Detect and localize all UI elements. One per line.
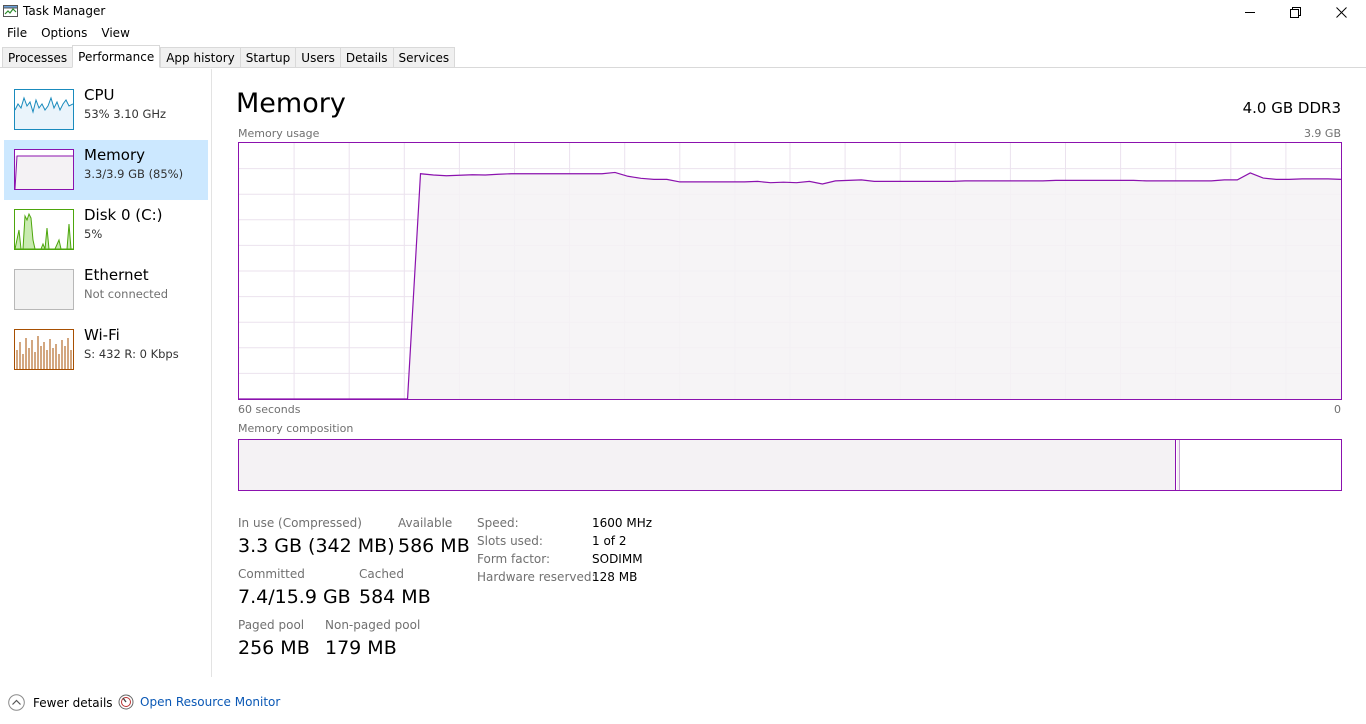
speed-key: Speed: — [477, 516, 519, 530]
tab-app-history[interactable]: App history — [160, 47, 240, 68]
restore-icon — [1289, 6, 1301, 18]
minimize-icon — [1245, 12, 1255, 13]
sidebar-item-memory[interactable]: Memory 3.3/3.9 GB (85%) — [4, 140, 208, 200]
sidebar-item-name: Ethernet — [84, 266, 149, 284]
sidebar-item-name: CPU — [84, 86, 115, 104]
tab-performance[interactable]: Performance — [72, 45, 161, 68]
composition-in-use — [239, 440, 1176, 490]
memory-usage-max: 3.9 GB — [1303, 127, 1341, 140]
tab-processes[interactable]: Processes — [2, 47, 73, 68]
hardware-reserved-value: 128 MB — [592, 570, 638, 584]
tab-users[interactable]: Users — [295, 47, 340, 68]
slots-key: Slots used: — [477, 534, 543, 548]
paged-pool-value: 256 MB — [238, 637, 310, 659]
tab-services[interactable]: Services — [392, 47, 456, 68]
cached-value: 584 MB — [359, 586, 431, 608]
sidebar-item-disk[interactable]: Disk 0 (C:) 5% — [4, 200, 208, 260]
nonpaged-pool-value: 179 MB — [325, 637, 397, 659]
wifi-thumbnail — [14, 329, 74, 370]
sidebar-item-sub: 53% 3.10 GHz — [84, 107, 167, 121]
resource-monitor-icon — [118, 694, 134, 710]
minimize-button[interactable] — [1227, 0, 1273, 24]
time-axis-right: 0 — [1334, 403, 1341, 416]
composition-modified — [1177, 440, 1180, 490]
restore-button[interactable] — [1272, 0, 1318, 24]
memory-usage-chart — [239, 143, 1342, 400]
chevron-up-circle-icon — [8, 694, 25, 711]
in-use-label: In use (Compressed) — [238, 516, 362, 530]
sidebar-item-wifi[interactable]: Wi-Fi S: 432 R: 0 Kbps — [4, 320, 208, 380]
sidebar-item-sub: 5% — [84, 227, 103, 241]
sidebar-item-sub: 3.3/3.9 GB (85%) — [84, 167, 184, 181]
tab-details[interactable]: Details — [339, 47, 393, 68]
form-factor-key: Form factor: — [477, 552, 551, 566]
sidebar-item-name: Disk 0 (C:) — [84, 206, 163, 224]
menu-options[interactable]: Options — [34, 24, 94, 44]
form-factor-value: SODIMM — [592, 552, 643, 566]
in-use-value: 3.3 GB (342 MB) — [238, 535, 395, 557]
open-resource-monitor-link[interactable]: Open Resource Monitor — [118, 694, 280, 710]
speed-value: 1600 MHz — [592, 516, 653, 530]
tab-startup[interactable]: Startup — [239, 47, 296, 68]
disk-thumbnail — [14, 209, 74, 250]
memory-composition-bar — [238, 439, 1342, 491]
hardware-reserved-key: Hardware reserved: — [477, 570, 596, 584]
fewer-details-button[interactable]: Fewer details — [8, 694, 113, 711]
committed-value: 7.4/15.9 GB — [238, 586, 351, 608]
memory-composition-label: Memory composition — [238, 422, 354, 435]
sidebar-item-cpu[interactable]: CPU 53% 3.10 GHz — [4, 80, 208, 140]
sidebar-item-name: Wi-Fi — [84, 326, 120, 344]
menu-view[interactable]: View — [94, 24, 136, 44]
nonpaged-pool-label: Non-paged pool — [325, 618, 421, 632]
sidebar-item-ethernet[interactable]: Ethernet Not connected — [4, 260, 208, 320]
sidebar-item-sub: S: 432 R: 0 Kbps — [84, 347, 179, 361]
tab-strip: Processes Performance App history Startu… — [0, 45, 1366, 68]
menu-bar: File Options View — [0, 24, 1366, 44]
sidebar-item-name: Memory — [84, 146, 146, 164]
fewer-details-label: Fewer details — [33, 695, 113, 710]
memory-thumbnail — [14, 149, 74, 190]
page-title: Memory — [236, 88, 346, 119]
slots-value: 1 of 2 — [592, 534, 627, 548]
memory-usage-label: Memory usage — [238, 127, 320, 140]
performance-sidebar: CPU 53% 3.10 GHz Memory 3.3/3.9 GB (85%)… — [0, 69, 212, 677]
available-value: 586 MB — [398, 535, 470, 557]
close-icon — [1335, 6, 1347, 18]
memory-usage-graph — [238, 142, 1342, 400]
available-label: Available — [398, 516, 453, 530]
title-bar: Task Manager — [0, 0, 1366, 24]
open-resource-monitor-label: Open Resource Monitor — [140, 695, 281, 709]
committed-label: Committed — [238, 567, 305, 581]
window-title: Task Manager — [23, 4, 106, 18]
close-button[interactable] — [1318, 0, 1364, 24]
memory-spec: 4.0 GB DDR3 — [1242, 99, 1341, 117]
menu-file[interactable]: File — [0, 24, 34, 44]
task-manager-icon — [3, 5, 18, 18]
time-axis-left: 60 seconds — [238, 403, 301, 416]
paged-pool-label: Paged pool — [238, 618, 305, 632]
sidebar-item-sub: Not connected — [84, 287, 169, 301]
cached-label: Cached — [359, 567, 404, 581]
ethernet-thumbnail — [14, 269, 74, 310]
cpu-thumbnail — [14, 89, 74, 130]
